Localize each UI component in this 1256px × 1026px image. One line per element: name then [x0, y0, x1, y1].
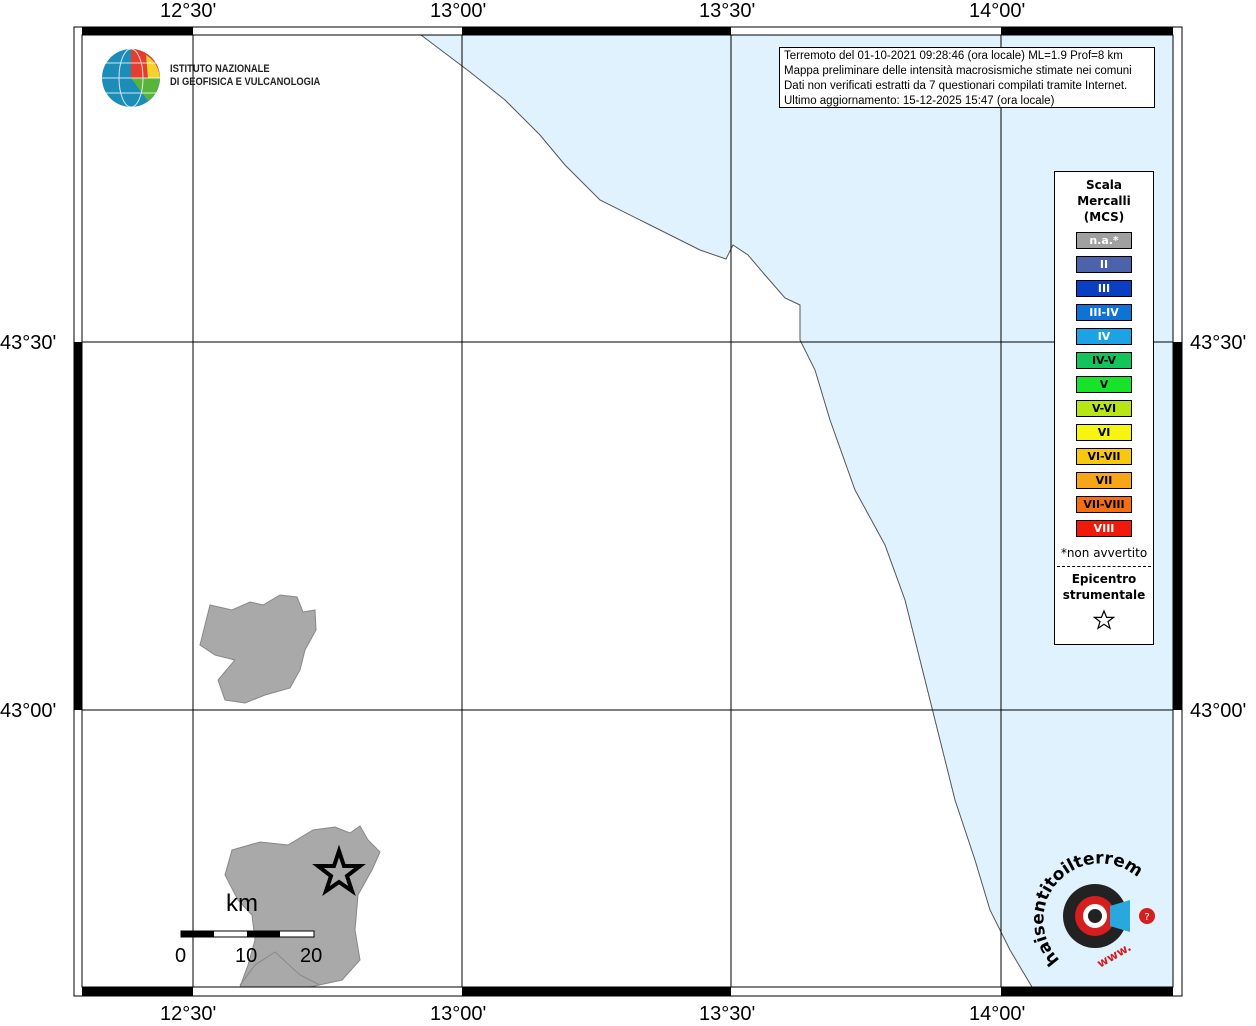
earthquake-info-box: Terremoto del 01-10-2021 09:28:46 (ora l…: [779, 47, 1155, 108]
scale-bar: [180, 930, 315, 938]
info-line-2: Mappa preliminare delle intensità macros…: [784, 65, 1132, 77]
ingv-logo-text: ISTITUTO NAZIONALE DI GEOFISICA E VULCAN…: [170, 63, 320, 89]
scale-label-20: 20: [300, 945, 323, 967]
legend-title-line2: Mercalli: [1077, 194, 1131, 208]
legend-swatch-12: VIII: [1076, 520, 1132, 537]
lon-label-top-2: 13°00': [430, 0, 487, 22]
lat-label-left-1: 43°30': [0, 332, 57, 354]
legend-title: Scala Mercalli (MCS): [1055, 177, 1153, 225]
lat-label-left-2: 43°00': [0, 700, 57, 722]
info-line-4: Ultimo aggiornamento: 15-12-2025 15:47 (…: [784, 95, 1055, 107]
legend-swatch-10: VII: [1076, 472, 1132, 489]
legend-separator: [1057, 566, 1151, 567]
lon-label-top-4: 14°00': [969, 0, 1026, 22]
legend-epicenter-line1: Epicentro: [1071, 572, 1137, 586]
scale-unit: km: [226, 890, 258, 917]
legend-swatch-2: III: [1076, 280, 1132, 297]
legend-epicenter-line2: strumentale: [1062, 588, 1146, 602]
legend-swatch-8: VI: [1076, 424, 1132, 441]
legend-items: n.a.* II III III-IV IV IV-V V V-VI VI VI-VII VII VI…: [1055, 232, 1153, 537]
legend-swatch-9: VI-VII: [1076, 448, 1132, 465]
legend-title-line1: Scala: [1085, 178, 1123, 192]
legend-swatch-11: VII-VIII: [1076, 496, 1132, 513]
legend-star-icon: [1055, 609, 1153, 635]
lon-label-top-3: 13°30': [699, 0, 756, 22]
info-line-3: Dati non verificati estratti da 7 questi…: [784, 80, 1128, 92]
lat-label-right-2: 43°00': [1190, 700, 1247, 722]
ingv-logo-line1: ISTITUTO NAZIONALE: [170, 63, 270, 75]
legend-swatch-3: III-IV: [1076, 304, 1132, 321]
svg-text:?: ?: [1144, 912, 1149, 923]
legend-swatch-4: IV: [1076, 328, 1132, 345]
legend-swatch-7: V-VI: [1076, 400, 1132, 417]
lon-label-bottom-2: 13°00': [430, 1003, 487, 1025]
info-line-1: Terremoto del 01-10-2021 09:28:46 (ora l…: [784, 50, 1123, 62]
legend-swatch-1: II: [1076, 256, 1132, 273]
lon-label-bottom-1: 12°30': [160, 1003, 217, 1025]
ingv-globe-icon: [102, 48, 160, 108]
scale-label-0: 0: [175, 945, 187, 967]
legend-title-line3: (MCS): [1083, 210, 1125, 224]
lon-label-bottom-4: 14°00': [969, 1003, 1026, 1025]
legend-note: *non avvertito: [1060, 546, 1148, 560]
scale-label-10: 10: [235, 945, 258, 967]
lat-label-right-1: 43°30': [1190, 332, 1247, 354]
mcs-legend: Scala Mercalli (MCS) n.a.* II III III-IV IV I…: [1054, 171, 1154, 645]
legend-swatch-6: V: [1076, 376, 1132, 393]
lon-label-bottom-3: 13°30': [699, 1003, 756, 1025]
legend-swatch-0: n.a.*: [1076, 232, 1132, 249]
legend-epicenter-label: Epicentro strumentale: [1055, 571, 1153, 603]
lon-label-top-1: 12°30': [160, 0, 217, 22]
legend-swatch-5: IV-V: [1076, 352, 1132, 369]
ingv-logo-line2: DI GEOFISICA E VULCANOLOGIA: [170, 76, 321, 88]
